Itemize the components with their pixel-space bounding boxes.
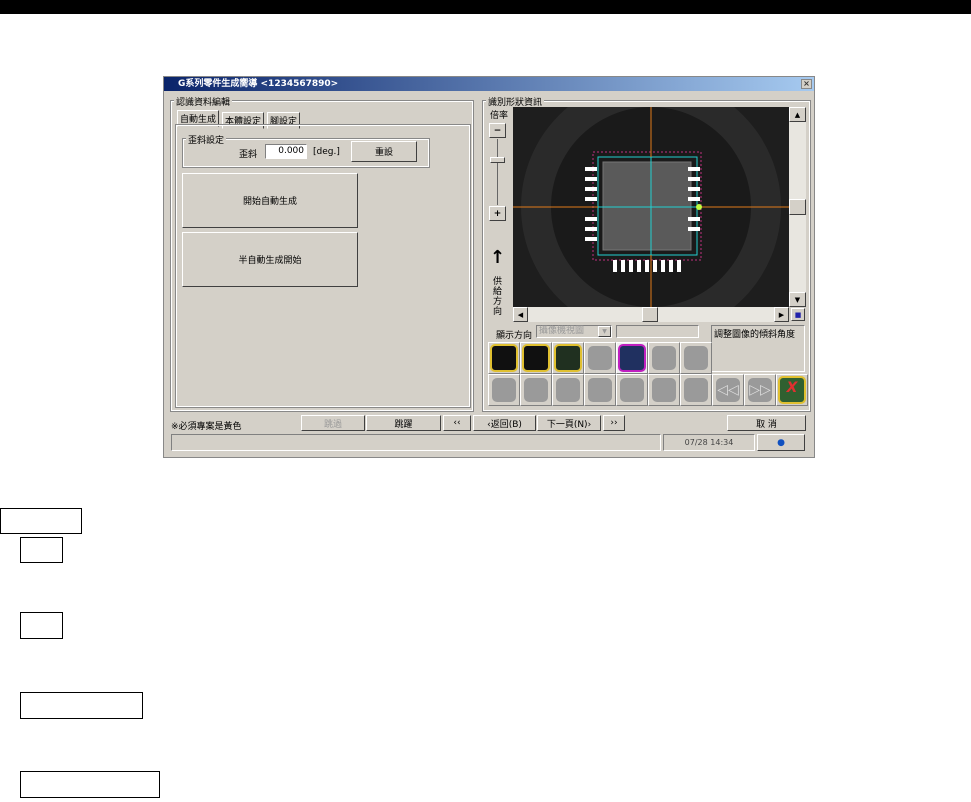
tool-empty[interactable] [584, 374, 616, 406]
display-direction-select[interactable]: 攝像機視圖 ▼ [536, 325, 612, 338]
skew-group-title: 歪斜設定 [186, 133, 227, 146]
datetime: 07/28 14:34 [663, 434, 755, 451]
delete-x-icon: X [778, 376, 806, 404]
tool-row-1 [488, 342, 712, 374]
globe-icon: ● [777, 437, 785, 448]
zoom-in-button[interactable]: + [489, 206, 506, 221]
scroll-down-button[interactable]: ▼ [789, 292, 806, 307]
status-bar [171, 434, 661, 451]
empty-box [20, 692, 143, 719]
first-button[interactable]: ‹‹ [443, 415, 471, 431]
tool-empty[interactable] [488, 374, 520, 406]
rotate-icon [618, 344, 646, 372]
next-tool-button[interactable]: ▷▷ [744, 374, 776, 406]
resize-arrow-icon [554, 344, 582, 372]
forward-icon: ▷▷ [748, 378, 772, 402]
tool-empty[interactable] [552, 374, 584, 406]
horizontal-scrollbar[interactable]: ◀ ▶ [513, 307, 789, 322]
zoom-slider-track [497, 139, 498, 205]
start-auto-generate-button[interactable]: 開始自動生成 [182, 173, 358, 228]
zoom-label: 倍率 [490, 111, 509, 121]
required-note: ※必須專案是黃色 [171, 422, 242, 432]
tool-empty[interactable] [520, 374, 552, 406]
zoom-out-button[interactable]: − [489, 123, 506, 138]
zoom-slider-thumb[interactable] [490, 157, 505, 163]
horizontal-scroll-thumb[interactable] [642, 307, 658, 322]
skew-unit: [deg.] [313, 147, 340, 157]
empty-box [20, 612, 63, 639]
tool-resize[interactable] [552, 342, 584, 374]
tool-empty[interactable] [616, 374, 648, 406]
vertical-scrollbar[interactable]: ▲ ▼ [789, 107, 806, 307]
camera-view[interactable] [513, 107, 789, 307]
display-direction-label: 顯示方向 [496, 331, 533, 341]
dropdown-arrow-icon[interactable]: ▼ [598, 326, 611, 337]
close-button[interactable]: × [801, 79, 812, 89]
skew-input[interactable]: 0.000 [265, 144, 307, 159]
title-bar: G系列零件生成嚮導 <1234567890> × [164, 77, 814, 91]
next-button[interactable]: 下一頁(N)› [537, 415, 601, 431]
globe-button[interactable]: ● [757, 434, 805, 451]
lead-icon [490, 344, 518, 372]
tool-empty[interactable] [648, 342, 680, 374]
jump-button[interactable]: 跳躍 [366, 415, 441, 431]
back-button[interactable]: ‹返回(B) [473, 415, 536, 431]
delete-tool-button[interactable]: X [776, 374, 808, 406]
skip-button[interactable]: 跳過 [301, 415, 365, 431]
feed-arrow-icon: ↑ [490, 247, 506, 268]
status-field [616, 325, 699, 338]
previous-button[interactable]: ◁◁ [712, 374, 744, 406]
tool-lead-detect-2[interactable] [520, 342, 552, 374]
tool-row-2: ◁◁ ▷▷ X [488, 374, 808, 406]
vertical-scroll-thumb[interactable] [789, 199, 806, 215]
lead-icon [522, 344, 550, 372]
scroll-up-button[interactable]: ▲ [789, 107, 806, 122]
group-title: 認識資料編輯 [174, 95, 233, 108]
feed-direction-label: 供給方向 [493, 277, 503, 317]
scroll-right-button[interactable]: ▶ [774, 307, 789, 322]
last-button[interactable]: ›› [603, 415, 625, 431]
tool-lead-detect-1[interactable] [488, 342, 520, 374]
tool-empty[interactable] [680, 374, 712, 406]
empty-box [20, 771, 160, 798]
display-direction-value: 攝像機視圖 [539, 326, 585, 336]
cancel-button[interactable]: 取 消 [727, 415, 806, 431]
corner-button[interactable]: ■ [791, 308, 805, 321]
window-title: G系列零件生成嚮導 <1234567890> [178, 79, 339, 89]
info-box: 調整圖像的傾斜角度 [711, 325, 805, 372]
scroll-left-button[interactable]: ◀ [513, 307, 528, 322]
rewind-icon: ◁◁ [716, 378, 740, 402]
skew-label: 歪斜 [239, 150, 258, 160]
top-black-bar [0, 0, 971, 14]
reset-button[interactable]: 重設 [351, 141, 417, 162]
info-text: 調整圖像的傾斜角度 [714, 330, 796, 340]
semi-auto-generate-button[interactable]: 半自動生成開始 [182, 232, 358, 287]
tool-empty[interactable] [584, 342, 616, 374]
tool-empty[interactable] [680, 342, 712, 374]
chip-body [602, 161, 692, 251]
empty-box [20, 537, 63, 563]
tool-rotate[interactable] [616, 342, 648, 374]
tool-empty[interactable] [648, 374, 680, 406]
wizard-window: G系列零件生成嚮導 <1234567890> × 認識資料編輯 自動生成 本體設… [163, 76, 815, 458]
empty-box [0, 508, 82, 534]
